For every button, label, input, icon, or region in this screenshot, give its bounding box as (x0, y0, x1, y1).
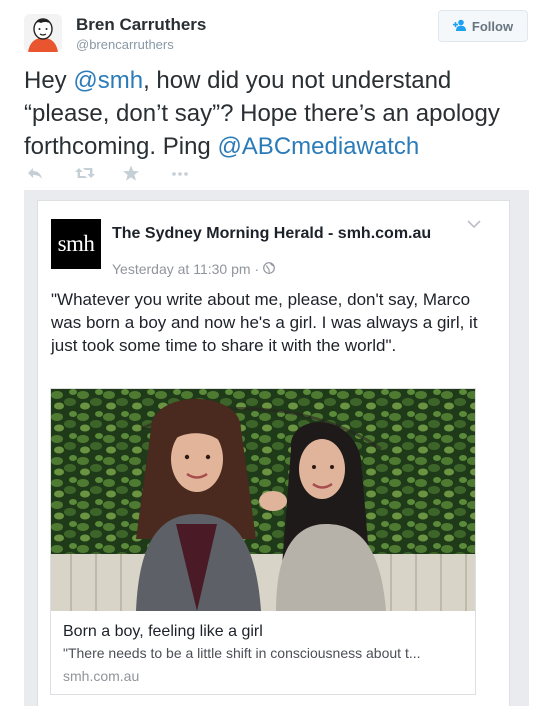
reply-icon[interactable] (26, 165, 48, 183)
author-handle[interactable]: @brencarruthers (76, 37, 174, 52)
tweet-text-part: Hey (24, 67, 74, 94)
retweet-icon[interactable] (74, 165, 96, 183)
author-name[interactable]: Bren Carruthers (76, 15, 206, 35)
page-name[interactable]: The Sydney Morning Herald - smh.com.au (112, 223, 452, 244)
link-title[interactable]: Born a boy, feeling like a girl (63, 623, 263, 641)
follow-button[interactable]: Follow (438, 10, 528, 42)
tweet-actions (26, 163, 218, 185)
add-user-icon (452, 19, 467, 34)
link-domain: smh.com.au (63, 668, 140, 684)
link-preview[interactable]: Born a boy, feeling like a girl "There n… (50, 388, 476, 695)
mention-link[interactable]: @smh (73, 67, 143, 94)
mention-link[interactable]: @ABCmediawatch (217, 133, 419, 160)
embedded-image: smh The Sydney Morning Herald - smh.com.… (24, 190, 529, 706)
meta-separator: · (254, 261, 260, 277)
follow-label: Follow (471, 18, 514, 34)
tweet-text: Hey @smh, how did you not understand “pl… (24, 64, 539, 163)
article-photo (51, 389, 475, 611)
tweet-header: Bren Carruthers @brencarruthers Follow (0, 0, 553, 60)
facebook-post-card: smh The Sydney Morning Herald - smh.com.… (37, 200, 510, 706)
globe-icon (263, 261, 276, 277)
smh-logo[interactable]: smh (51, 219, 101, 269)
post-body: "Whatever you write about me, please, do… (51, 290, 478, 355)
link-description: "There needs to be a little shift in con… (63, 645, 421, 661)
post-timestamp[interactable]: Yesterday at 11:30 pm (112, 261, 251, 277)
avatar[interactable] (24, 14, 62, 52)
chevron-down-icon[interactable] (466, 216, 482, 232)
more-icon[interactable] (170, 165, 192, 183)
favorite-icon[interactable] (122, 165, 144, 183)
post-meta: Yesterday at 11:30 pm · (112, 261, 276, 277)
